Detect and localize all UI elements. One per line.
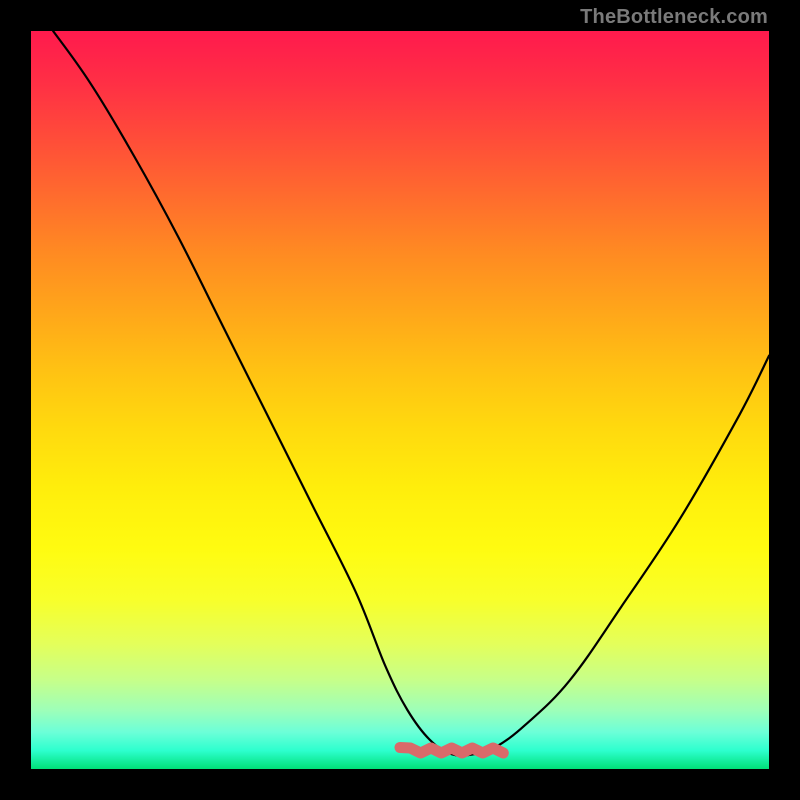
bottleneck-curve [53, 31, 769, 756]
watermark-text: TheBottleneck.com [580, 6, 768, 29]
chart-svg [31, 31, 769, 769]
flat-region-marker [400, 748, 503, 754]
plot-area [31, 31, 769, 769]
chart-stage: TheBottleneck.com [0, 0, 800, 800]
